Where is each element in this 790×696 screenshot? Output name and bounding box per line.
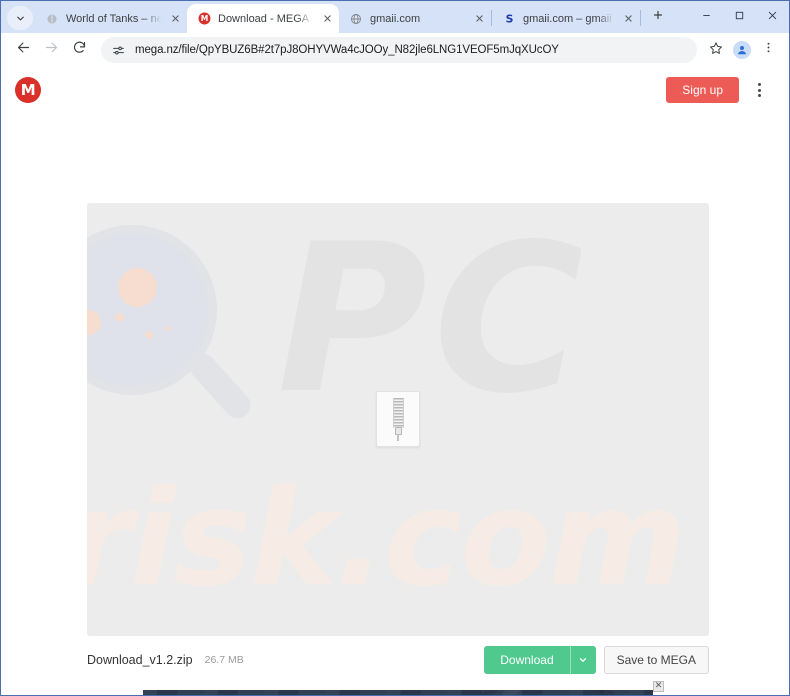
file-size-label: 26.7 MB bbox=[204, 654, 244, 666]
magnifying-glass-icon bbox=[87, 225, 262, 440]
file-name-label: Download_v1.2.zip bbox=[87, 653, 193, 667]
browser-tab-gmaii-com[interactable]: gmaii.com bbox=[339, 4, 491, 33]
kebab-menu-icon[interactable] bbox=[747, 77, 771, 103]
mega-site-header: M Sign up bbox=[3, 69, 789, 111]
mega-icon: M bbox=[197, 12, 211, 26]
download-button[interactable]: Download bbox=[484, 646, 570, 674]
watermark-brand-bottom: risk.com bbox=[87, 462, 686, 616]
arrow-right-icon bbox=[44, 40, 59, 60]
tab-strip: World of Tanks – nemokam M Download - ME… bbox=[1, 1, 789, 33]
tab-close-button[interactable] bbox=[319, 11, 335, 27]
ad-close-button[interactable]: ✕ bbox=[653, 681, 664, 692]
window-close-button[interactable] bbox=[756, 1, 789, 33]
window-controls bbox=[690, 1, 789, 33]
mega-logo-icon[interactable]: M bbox=[15, 77, 41, 103]
minimize-icon bbox=[701, 8, 712, 26]
reload-button[interactable] bbox=[65, 36, 93, 64]
file-info-row: Download_v1.2.zip 26.7 MB Download Save … bbox=[87, 644, 709, 676]
ad-decorative-arc-2 bbox=[473, 690, 623, 695]
tab-search-button[interactable] bbox=[7, 6, 33, 30]
browser-tab-download-mega[interactable]: M Download - MEGA bbox=[187, 4, 339, 33]
tab-close-button[interactable] bbox=[471, 11, 487, 27]
file-preview-area: PC risk.com bbox=[87, 203, 709, 636]
svg-text:M: M bbox=[200, 14, 208, 23]
svg-text:S: S bbox=[505, 12, 513, 25]
window-maximize-button[interactable] bbox=[723, 1, 756, 33]
chevron-down-icon bbox=[15, 13, 26, 24]
maximize-icon bbox=[734, 8, 745, 26]
account-avatar-icon bbox=[733, 41, 751, 59]
tab-close-button[interactable] bbox=[620, 11, 636, 27]
window-minimize-button[interactable] bbox=[690, 1, 723, 33]
ad-banner[interactable]: Stay private and secure online bbox=[143, 690, 653, 695]
page-content: M Sign up PC risk.com Download_v1.2.zip … bbox=[3, 69, 789, 695]
tab-title: Download - MEGA bbox=[218, 12, 310, 25]
three-dot-menu-icon bbox=[762, 41, 775, 59]
plus-icon bbox=[652, 8, 664, 26]
new-tab-button[interactable] bbox=[645, 4, 671, 30]
browser-tab-world-of-tanks[interactable]: World of Tanks – nemokam bbox=[35, 4, 187, 33]
tune-icon[interactable] bbox=[109, 41, 127, 59]
download-options-button[interactable] bbox=[569, 646, 596, 674]
browser-window: World of Tanks – nemokam M Download - ME… bbox=[0, 0, 790, 696]
generic-site-icon bbox=[45, 12, 59, 26]
sign-up-button[interactable]: Sign up bbox=[666, 77, 739, 103]
browser-menu-button[interactable] bbox=[755, 37, 781, 63]
globe-icon bbox=[349, 12, 363, 26]
tab-close-button[interactable] bbox=[167, 11, 183, 27]
bookmark-button[interactable] bbox=[703, 37, 729, 63]
ad-banner-container: Stay private and secure online ✕ bbox=[143, 681, 664, 695]
chevron-down-icon bbox=[578, 653, 588, 668]
letter-s-icon: S bbox=[502, 12, 516, 26]
star-icon bbox=[709, 41, 723, 60]
back-button[interactable] bbox=[9, 36, 37, 64]
close-icon bbox=[767, 8, 778, 26]
browser-tab-gmaii-resource[interactable]: S gmaii.com – gmaii Resourc bbox=[492, 4, 640, 33]
watermark-brand-top: PC bbox=[277, 203, 590, 439]
tab-title: World of Tanks – nemokam bbox=[66, 12, 161, 25]
reload-icon bbox=[72, 40, 87, 60]
forward-button[interactable] bbox=[37, 36, 65, 64]
address-bar[interactable]: mega.nz/file/QpYBUZ6B#2t7pJ8OHYVWa4cJOOy… bbox=[101, 37, 697, 63]
tab-separator bbox=[640, 10, 641, 26]
tab-title: gmaii.com bbox=[370, 12, 421, 25]
arrow-left-icon bbox=[16, 40, 31, 60]
profile-button[interactable] bbox=[729, 37, 755, 63]
zip-file-icon bbox=[376, 391, 420, 447]
save-to-mega-button[interactable]: Save to MEGA bbox=[603, 646, 709, 674]
file-preview-panel: PC risk.com bbox=[87, 203, 709, 636]
browser-toolbar: mega.nz/file/QpYBUZ6B#2t7pJ8OHYVWa4cJOOy… bbox=[1, 33, 789, 67]
tab-title: gmaii.com – gmaii Resourc bbox=[523, 12, 614, 25]
download-button-group: Download bbox=[484, 646, 596, 674]
address-bar-input[interactable]: mega.nz/file/QpYBUZ6B#2t7pJ8OHYVWa4cJOOy… bbox=[135, 44, 559, 56]
